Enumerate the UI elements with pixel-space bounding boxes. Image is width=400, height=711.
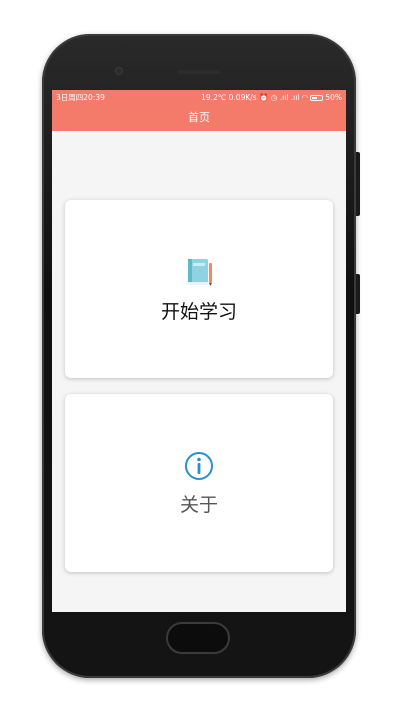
front-camera — [116, 68, 122, 74]
start-study-card[interactable]: 开始学习 — [65, 200, 333, 378]
status-indicator-text: 19.2℃ 0.09K/s ⏰ ◷ .ııl .ııl ◠ — [201, 93, 309, 102]
about-card[interactable]: 关于 — [65, 394, 333, 572]
info-icon — [183, 450, 215, 486]
volume-button — [356, 152, 360, 216]
earpiece-speaker — [178, 70, 220, 74]
status-bar: 3日周四20:39 19.2℃ 0.09K/s ⏰ ◷ .ııl .ııl ◠ … — [52, 90, 346, 105]
power-button — [356, 274, 360, 314]
app-title-bar: 首页 — [52, 105, 346, 131]
phone-frame: 3日周四20:39 19.2℃ 0.09K/s ⏰ ◷ .ııl .ııl ◠ … — [42, 34, 360, 678]
canvas: 3日周四20:39 19.2℃ 0.09K/s ⏰ ◷ .ııl .ııl ◠ … — [0, 0, 400, 711]
status-indicators: 19.2℃ 0.09K/s ⏰ ◷ .ııl .ııl ◠ 50% — [201, 90, 342, 105]
page-title: 首页 — [188, 111, 210, 124]
book-icon — [182, 255, 216, 293]
start-study-label: 开始学习 — [160, 300, 237, 323]
about-label: 关于 — [179, 493, 218, 516]
phone-screen: 3日周四20:39 19.2℃ 0.09K/s ⏰ ◷ .ııl .ııl ◠ … — [52, 90, 346, 612]
battery-percent: 50% — [325, 93, 342, 102]
home-button[interactable] — [166, 622, 230, 654]
battery-icon — [310, 94, 324, 101]
status-time: 3日周四20:39 — [56, 93, 105, 102]
